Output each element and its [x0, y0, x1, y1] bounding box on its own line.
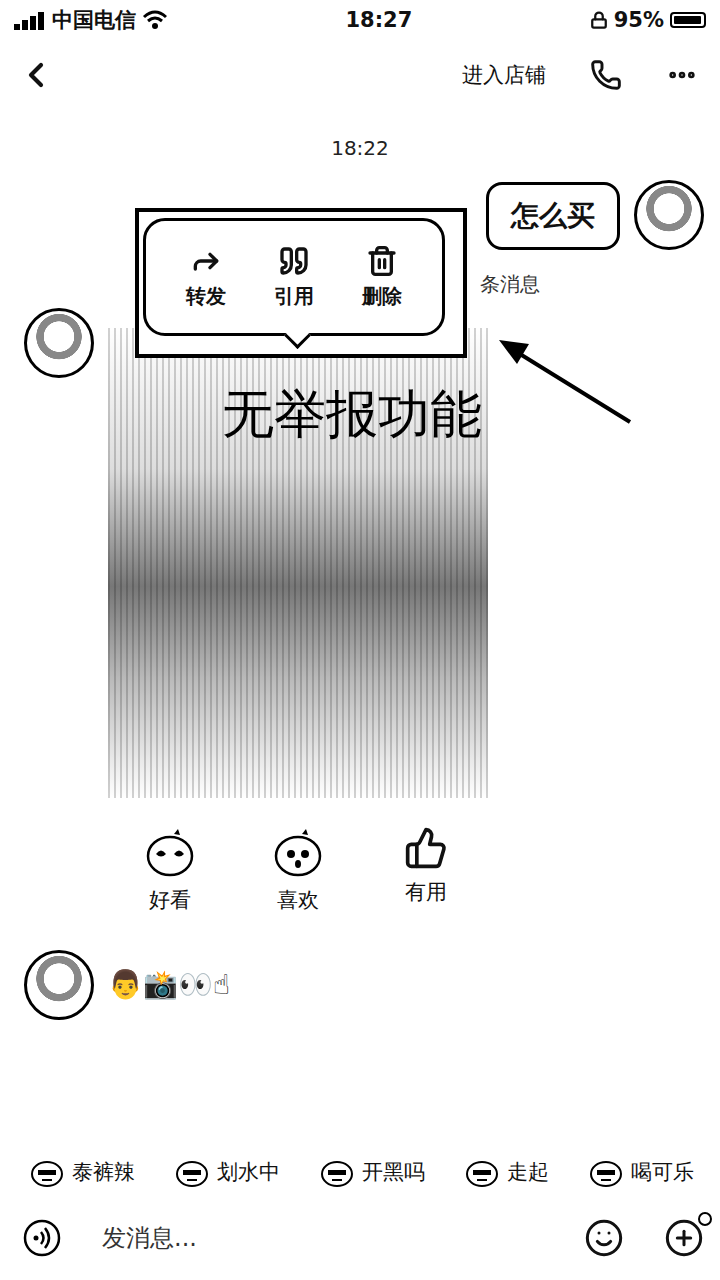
clock: 18:27: [345, 8, 412, 32]
sticker-icon: [589, 1157, 623, 1187]
context-menu: 转发引用删除: [143, 218, 445, 336]
message-row: [0, 308, 720, 798]
annotation-text: 无举报功能: [222, 380, 482, 450]
input-bar: 发消息...: [0, 1200, 720, 1280]
reaction[interactable]: 喜欢: [262, 826, 334, 914]
back-icon[interactable]: [16, 55, 56, 95]
menu-item[interactable]: 引用: [274, 245, 314, 310]
reactions: 好看喜欢有用: [0, 826, 720, 914]
surprised-face-icon: [272, 826, 324, 878]
quick-phrase[interactable]: 划水中: [175, 1157, 280, 1187]
emoji-icon[interactable]: [584, 1218, 624, 1258]
sticker-icon: [320, 1157, 354, 1187]
message-input[interactable]: 发消息...: [102, 1222, 544, 1254]
plus-icon: [664, 1218, 704, 1258]
avatar[interactable]: [24, 950, 94, 1020]
reaction[interactable]: 好看: [134, 826, 206, 914]
battery-percent: 95%: [614, 8, 664, 32]
quick-phrase[interactable]: 走起: [465, 1157, 549, 1187]
sticker-icon: [30, 1157, 64, 1187]
annotation-frame: 转发引用删除: [135, 208, 467, 358]
chat-screen: 中国电信18:2795%进入店铺18:22怎么买条消息好看喜欢有用👨📸👀☝泰裤辣…: [0, 0, 720, 1280]
phone-icon[interactable]: [590, 59, 622, 91]
arrow-icon: [495, 330, 635, 430]
forward-icon: [190, 245, 222, 277]
trash-icon: [366, 245, 398, 277]
more-icon[interactable]: [666, 59, 698, 91]
quote-icon: [278, 245, 310, 277]
quick-phrase[interactable]: 泰裤辣: [30, 1157, 135, 1187]
quick-phrase[interactable]: 开黑吗: [320, 1157, 425, 1187]
battery-icon: [670, 12, 706, 28]
message-row: 👨📸👀☝: [0, 950, 720, 1020]
sticker-icon: [175, 1157, 209, 1187]
quick-phrase[interactable]: 喝可乐: [589, 1157, 694, 1187]
heart-eyes-icon: [144, 826, 196, 878]
reaction[interactable]: 有用: [390, 826, 462, 914]
menu-pointer: [284, 322, 311, 349]
emoji-message[interactable]: 👨📸👀☝: [108, 950, 230, 1001]
plus-button[interactable]: [664, 1218, 704, 1258]
lock-icon: [590, 11, 608, 29]
avatar[interactable]: [634, 180, 704, 250]
carrier: 中国电信: [52, 6, 136, 34]
thumbs-up-icon: [404, 826, 448, 870]
store-link[interactable]: 进入店铺: [462, 61, 546, 89]
badge-dot: [698, 1212, 712, 1226]
quick-phrases: 泰裤辣 划水中 开黑吗 走起 喝可乐: [0, 1144, 720, 1200]
voice-icon[interactable]: [22, 1218, 62, 1258]
menu-item[interactable]: 转发: [186, 245, 226, 310]
sticker-icon: [465, 1157, 499, 1187]
menu-item[interactable]: 删除: [362, 245, 402, 310]
nav-bar: 进入店铺: [0, 40, 720, 110]
timestamp: 18:22: [0, 136, 720, 160]
wifi-icon: [142, 10, 168, 30]
message-bubble[interactable]: 怎么买: [486, 182, 620, 250]
avatar[interactable]: [24, 308, 94, 378]
signal-icon: [14, 10, 46, 30]
status-bar: 中国电信 18:27 95%: [0, 0, 720, 40]
